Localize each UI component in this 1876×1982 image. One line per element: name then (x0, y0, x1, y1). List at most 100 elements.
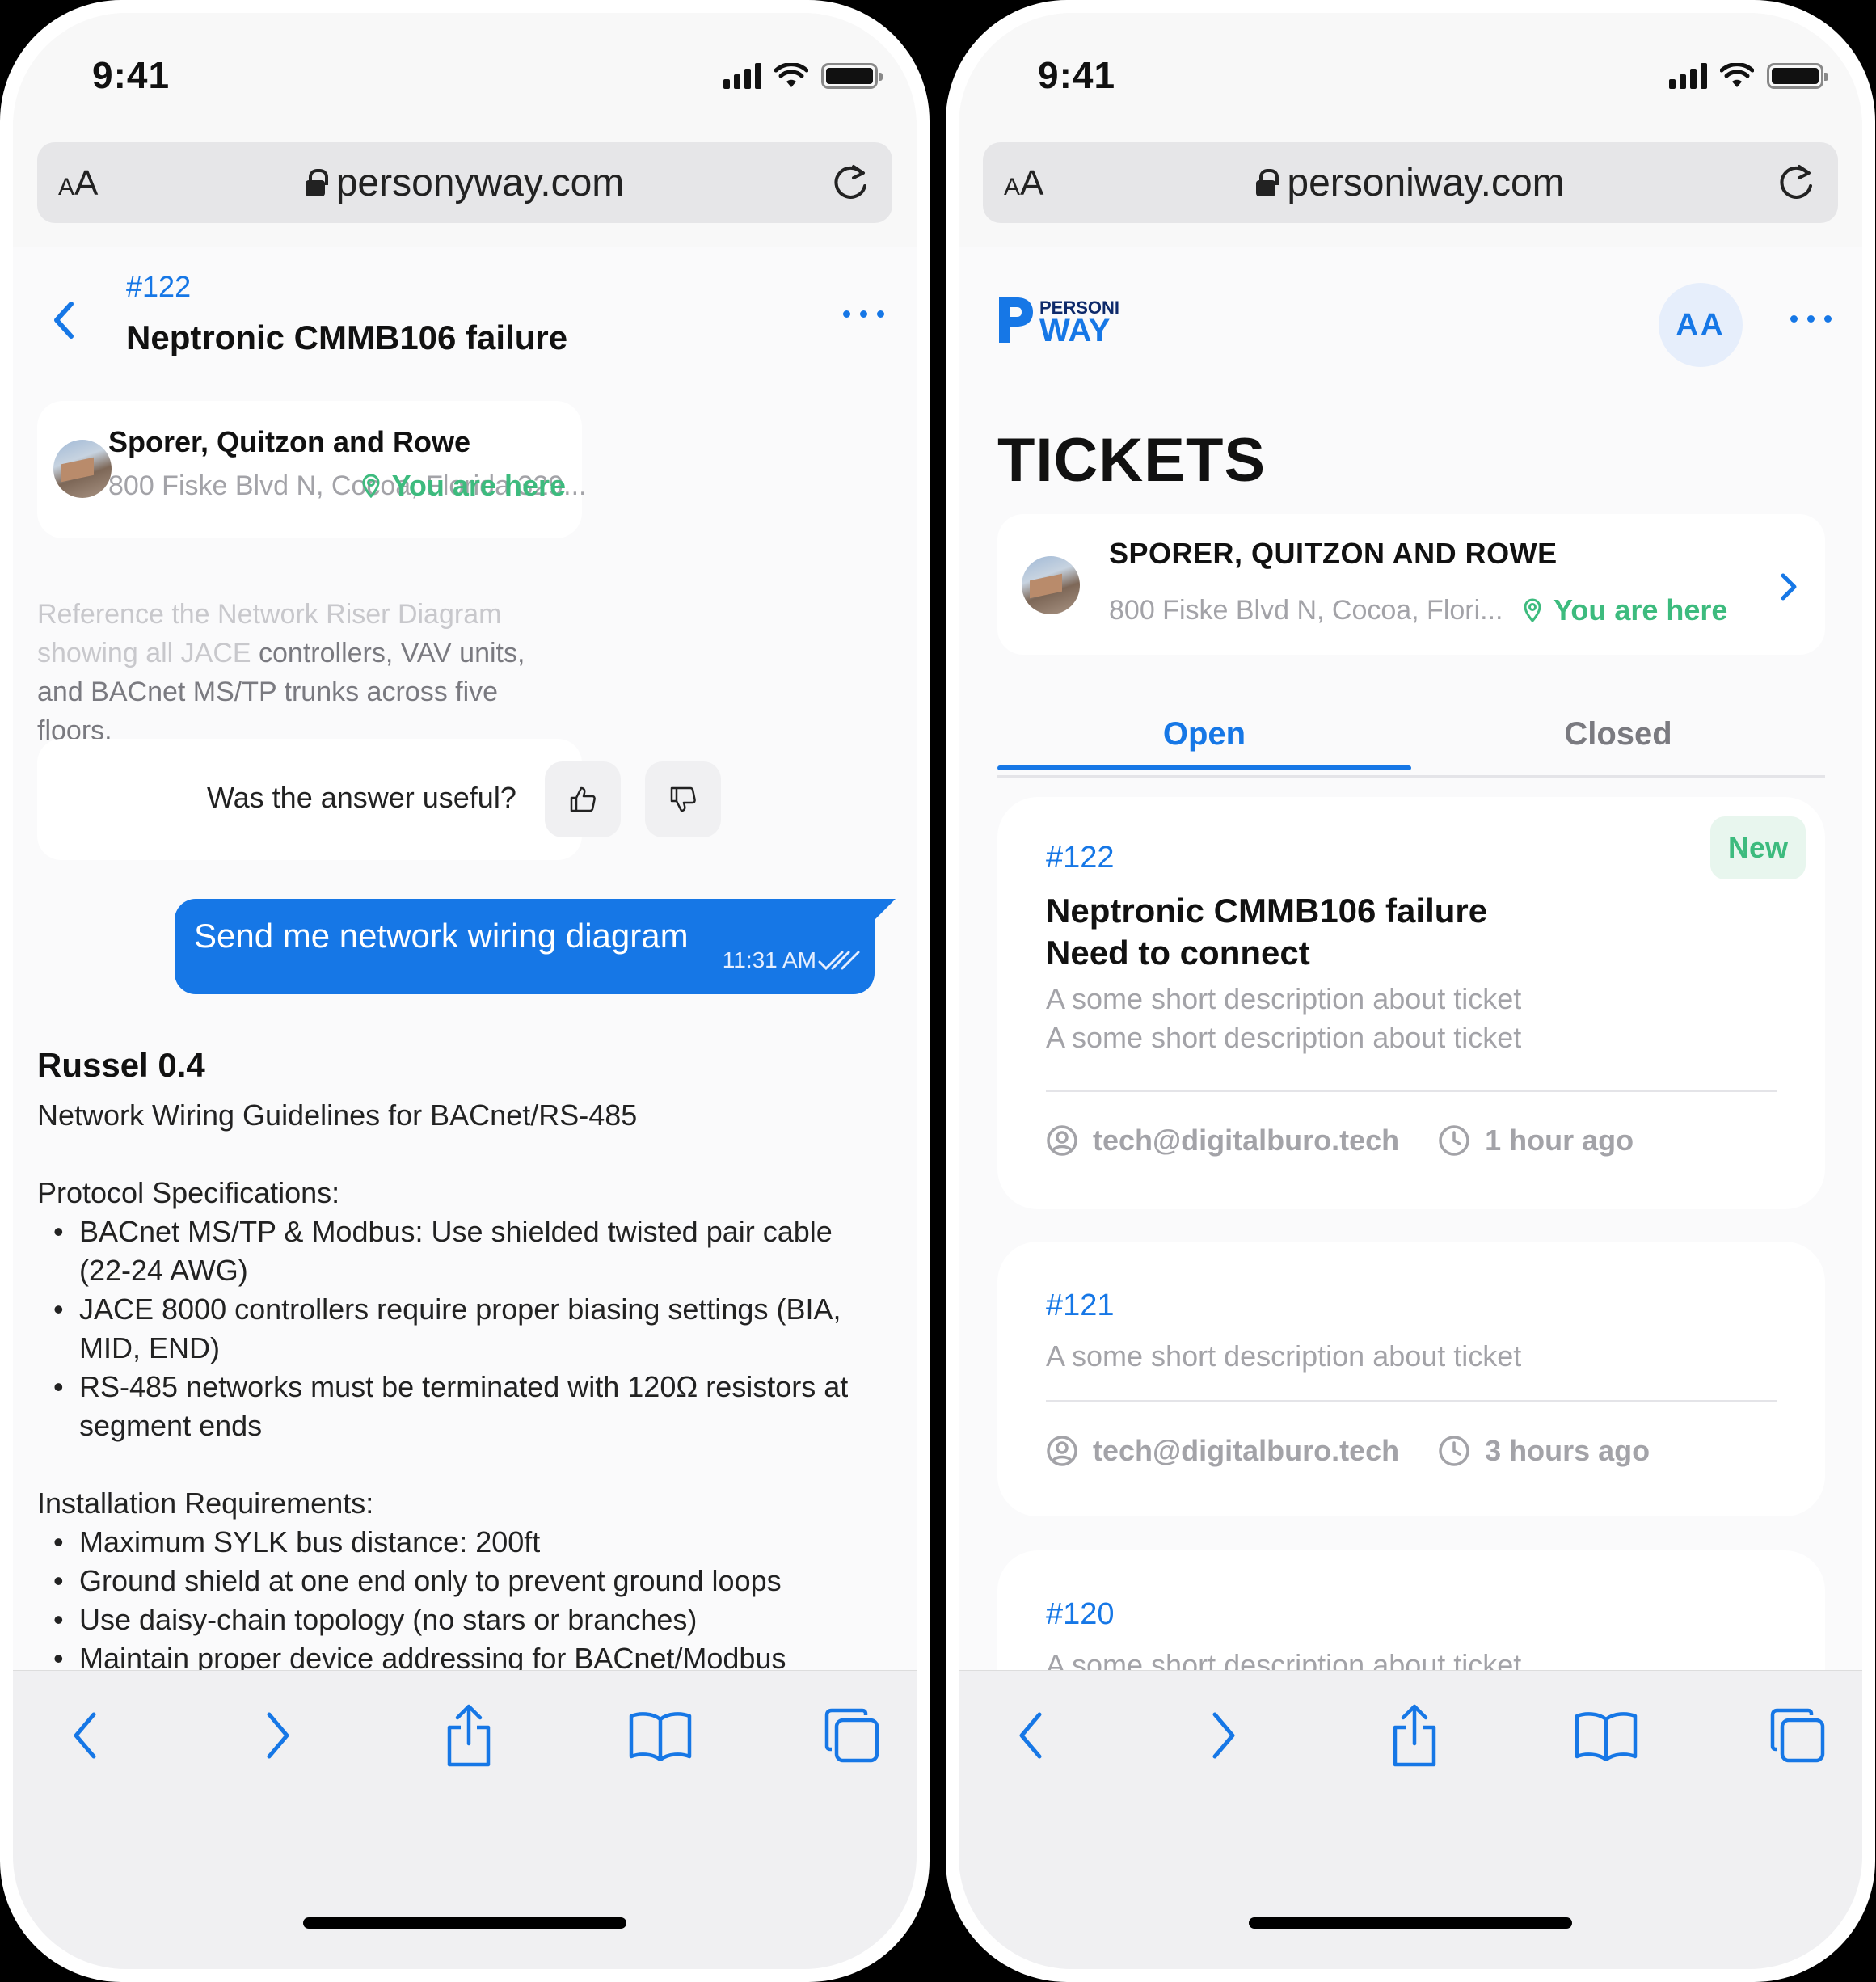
status-icons (723, 63, 883, 89)
chat-content: #122 Neptronic CMMB106 failure Sporer, Q… (13, 247, 917, 1670)
status-icons (1669, 63, 1828, 89)
list-item: Maximum SYLK bus distance: 200ft (37, 1523, 886, 1562)
ticket-card[interactable]: New #122 Neptronic CMMB106 failure Need … (997, 797, 1825, 1209)
more-dots-icon[interactable] (1790, 315, 1832, 323)
cellular-signal-icon (1669, 63, 1707, 89)
reply-section-1: Protocol Specifications: (37, 1176, 340, 1209)
ticket-card[interactable]: #120 A some short description about tick… (997, 1550, 1825, 1670)
tab-closed[interactable]: Closed (1411, 700, 1825, 768)
you-are-here-label: You are here (1553, 593, 1728, 626)
home-indicator[interactable] (1249, 1917, 1572, 1929)
ticket-title: Neptronic CMMB106 failure (126, 318, 568, 356)
browser-forward-button[interactable] (1191, 1703, 1255, 1768)
browser-forward-button[interactable] (245, 1703, 310, 1768)
ticket-meta: tech@digitalburo.tech 3 hours ago (1046, 1434, 1650, 1468)
clock-icon (1439, 1436, 1469, 1466)
tab-open[interactable]: Open (997, 700, 1411, 770)
user-avatar[interactable]: AA (1659, 283, 1743, 367)
home-indicator[interactable] (303, 1917, 626, 1929)
clock-icon (1439, 1125, 1469, 1156)
thumbs-up-button[interactable] (545, 761, 621, 837)
more-dots-icon[interactable] (843, 310, 884, 318)
feedback-question: Was the answer useful? (207, 781, 516, 814)
share-button[interactable] (436, 1703, 501, 1768)
reply-body: Network Wiring Guidelines for BACnet/RS-… (37, 1096, 886, 1670)
list-item: Ground shield at one end only to prevent… (37, 1562, 886, 1600)
personiway-logo[interactable]: PERSONI WAY (994, 286, 1123, 351)
ticket-description: A some short description about ticket (1046, 982, 1522, 1015)
ticket-tabs: Open Closed (997, 700, 1825, 778)
list-item: RS-485 networks must be terminated with … (37, 1368, 886, 1445)
ticket-time: 1 hour ago (1485, 1124, 1634, 1157)
thumbs-up-icon (570, 786, 596, 812)
thumbs-down-button[interactable] (645, 761, 721, 837)
bookmarks-button[interactable] (628, 1703, 693, 1768)
reload-icon[interactable] (829, 162, 871, 204)
ticket-email: tech@digitalburo.tech (1093, 1124, 1400, 1157)
location-pin-icon (1524, 598, 1541, 622)
location-name: SPORER, QUITZON AND ROWE (1109, 537, 1558, 570)
feedback-box: Was the answer useful? (37, 739, 721, 860)
screen-left: 9:41 AA personyway.com #122 Neptronic CM… (13, 13, 917, 1969)
reload-icon[interactable] (1775, 162, 1817, 204)
back-chevron-icon (1019, 1712, 1042, 1759)
divider (1046, 1400, 1777, 1402)
address-bar[interactable]: AA personyway.com (37, 142, 892, 223)
ticket-description: A some short description about ticket (1046, 1339, 1522, 1373)
share-button[interactable] (1382, 1703, 1447, 1768)
location-photo (53, 440, 112, 498)
location-photo (1022, 556, 1080, 614)
chevron-right-icon (1781, 573, 1797, 601)
status-time: 9:41 (1038, 54, 1116, 96)
ticket-number: #121 (1046, 1288, 1115, 1322)
cellular-signal-icon (723, 63, 761, 89)
thumbs-down-icon (670, 786, 696, 812)
browser-bar: AA personiway.com (959, 126, 1862, 247)
ticket-subtitle: Need to connect (1046, 934, 1310, 972)
user-message-bubble: Send me network wiring diagram 11:31 AM (175, 899, 896, 994)
url-display[interactable]: personyway.com (37, 161, 892, 205)
location-address: 800 Fiske Blvd N, Cocoa, Flori... (1109, 595, 1503, 626)
reader-options-button[interactable]: AA (1004, 163, 1043, 204)
address-bar[interactable]: AA personiway.com (983, 142, 1838, 223)
ticket-time: 3 hours ago (1485, 1434, 1650, 1467)
tabs-button[interactable] (1765, 1703, 1830, 1768)
message-text: Send me network wiring diagram (194, 917, 689, 955)
tabs-button[interactable] (820, 1703, 884, 1768)
ticket-card[interactable]: #121 A some short description about tick… (997, 1242, 1825, 1516)
url-text: personyway.com (335, 161, 625, 205)
browser-back-button[interactable] (53, 1703, 118, 1768)
reader-options-button[interactable]: AA (58, 163, 98, 204)
status-time: 9:41 (92, 54, 171, 96)
list-item: BACnet MS/TP & Modbus: Use shielded twis… (37, 1212, 886, 1290)
wifi-icon (774, 63, 808, 87)
browser-bar: AA personyway.com (13, 126, 917, 247)
list-item: Maintain proper device addressing for BA… (37, 1639, 886, 1670)
browser-back-button[interactable] (999, 1703, 1064, 1768)
share-icon (1393, 1704, 1436, 1767)
page-title: TICKETS (997, 426, 1267, 495)
forward-chevron-icon (1212, 1712, 1235, 1759)
status-bar: 9:41 (13, 13, 917, 126)
list-item: JACE 8000 controllers require proper bia… (37, 1290, 886, 1368)
browser-toolbar (959, 1670, 1862, 1969)
location-card[interactable]: Sporer, Quitzon and Rowe 800 Fiske Blvd … (37, 401, 587, 538)
forward-chevron-icon (267, 1712, 289, 1759)
reply-list-2: Maximum SYLK bus distance: 200ft Ground … (37, 1523, 886, 1670)
location-pin-icon (362, 474, 380, 498)
wifi-icon (1720, 63, 1754, 87)
answer-description: Reference the Network Riser Diagram show… (37, 595, 571, 750)
reply-author: Russel 0.4 (37, 1046, 205, 1084)
status-badge: New (1709, 816, 1806, 879)
location-card[interactable]: SPORER, QUITZON AND ROWE 800 Fiske Blvd … (997, 514, 1825, 655)
back-chevron-icon[interactable] (48, 296, 81, 344)
phone-right: 9:41 AA personiway.com PERSONI WAY AA TI… (946, 0, 1875, 1982)
ticket-description: A some short description about ticket (1046, 1021, 1522, 1054)
bookmarks-button[interactable] (1574, 1703, 1638, 1768)
url-display[interactable]: personiway.com (983, 161, 1838, 205)
tabs-icon (824, 1708, 879, 1763)
url-text: personiway.com (1287, 161, 1565, 205)
battery-icon (1767, 63, 1828, 89)
logo-bottom-text: WAY (1039, 313, 1111, 348)
logo-mark: PERSONI WAY (999, 297, 1119, 348)
